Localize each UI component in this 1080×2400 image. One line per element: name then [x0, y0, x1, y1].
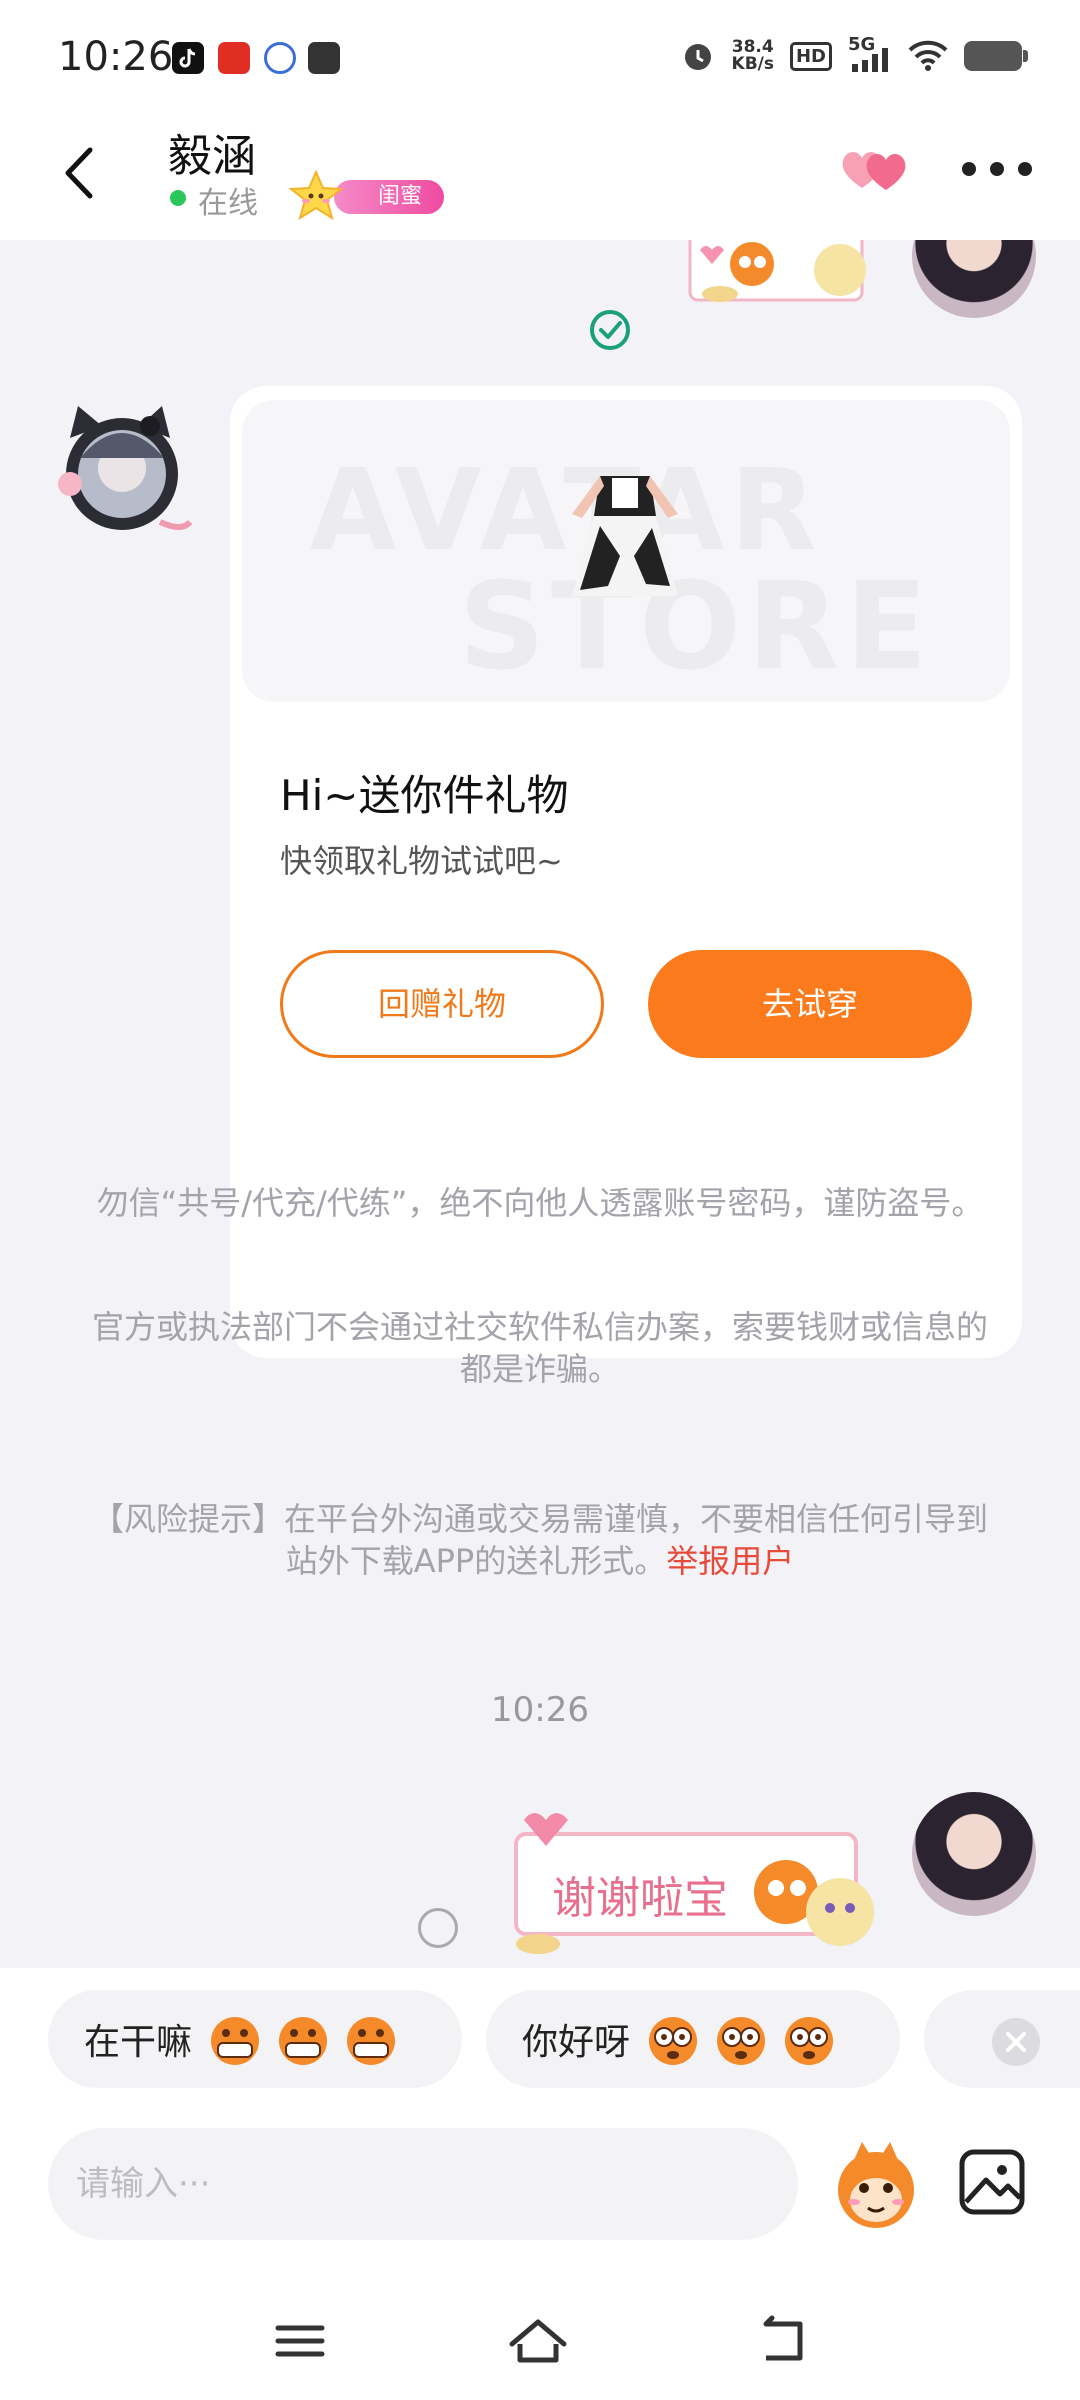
- close-quick-replies-button[interactable]: [992, 2018, 1040, 2066]
- risk-notice: 【风险提示】在平台外沟通或交易需谨慎，不要相信任何引导到站外下载APP的送礼形式…: [80, 1498, 1000, 1582]
- safety-notice-account: 勿信“共号/代充/代练”，绝不向他人透露账号密码，谨防盗号。: [96, 1184, 984, 1222]
- gift-title: Hi~送你件礼物: [280, 771, 569, 820]
- message-input[interactable]: [48, 2128, 798, 2240]
- quick-reply-label: 在干嘛: [84, 2022, 193, 2063]
- input-bar: [0, 2118, 1080, 2278]
- send-image-button[interactable]: [956, 2146, 1028, 2218]
- my-avatar-top[interactable]: [912, 240, 1036, 318]
- status-bar: 10:26 38.4 KB/s HD 5G: [0, 0, 1080, 110]
- home-button[interactable]: [508, 2314, 568, 2368]
- message-timestamp: 10:26: [491, 1690, 589, 1730]
- status-time: 10:26: [58, 34, 174, 80]
- star-icon: [286, 168, 356, 222]
- contact-avatar[interactable]: [50, 398, 196, 544]
- more-dot-icon: [990, 162, 1004, 176]
- hd-icon: HD: [789, 41, 832, 71]
- sticker-message-partial[interactable]: [680, 240, 880, 330]
- wide-eye-emoji-icon: [717, 2017, 766, 2065]
- signal-icon: 5G: [848, 34, 892, 74]
- online-status-text: 在线: [198, 186, 258, 221]
- quick-reply-chip[interactable]: 你好呀: [486, 1990, 900, 2088]
- system-navigation-bar: [0, 2278, 1080, 2400]
- network-speed: 38.4 KB/s: [731, 37, 774, 74]
- gift-subtitle: 快领取礼物试试吧~: [280, 842, 563, 880]
- more-dot-icon: [1018, 162, 1032, 176]
- back-button[interactable]: [52, 140, 108, 206]
- thanks-sticker-text: 谢谢啦宝: [552, 1873, 728, 1924]
- mascot-face-icon: [838, 2142, 914, 2228]
- double-heart-icon: [842, 152, 906, 190]
- grin-emoji-icon: [279, 2017, 328, 2065]
- try-on-button[interactable]: 去试穿: [648, 950, 972, 1058]
- grin-emoji-icon: [347, 2017, 396, 2065]
- gift-banner: AVATAR STORE: [242, 400, 1010, 702]
- read-check-icon: [588, 308, 632, 352]
- more-options-button[interactable]: [962, 154, 1032, 184]
- online-status-dot: [170, 190, 186, 206]
- menu-icon: [275, 2325, 325, 2357]
- sticker-panel-button[interactable]: [828, 2138, 924, 2234]
- thanks-sticker-message[interactable]: 谢谢啦宝: [510, 1804, 880, 1964]
- more-dot-icon: [962, 162, 976, 176]
- risk-notice-text: 【风险提示】在平台外沟通或交易需谨慎，不要相信任何引导到站外下载APP的送礼形式…: [91, 1500, 988, 1580]
- intimacy-heart-button[interactable]: [836, 138, 916, 198]
- chat-header: 毅涵 在线 闺蜜: [0, 110, 1080, 240]
- recent-apps-button[interactable]: [270, 2314, 330, 2368]
- close-icon: [1006, 2032, 1026, 2052]
- safety-notice-fraud: 官方或执法部门不会通过社交软件私信办案，索要钱财或信息的都是诈骗。: [91, 1308, 988, 1388]
- return-gift-button[interactable]: 回赠礼物: [280, 950, 604, 1058]
- bag-icon: [308, 42, 340, 74]
- image-icon: [959, 2149, 1025, 2215]
- quick-reply-bar: 在干嘛 你好呀: [0, 1968, 1080, 2118]
- wifi-icon: [908, 40, 948, 71]
- alarm-icon: [684, 44, 711, 70]
- maid-dress-image: [560, 456, 690, 626]
- my-avatar[interactable]: [912, 1792, 1036, 1916]
- wide-eye-emoji-icon: [785, 2017, 834, 2065]
- wide-eye-emoji-icon: [649, 2017, 698, 2065]
- sending-status-icon: [418, 1908, 458, 1948]
- chat-message-area[interactable]: AVATAR STORE Hi~送你件礼物 快领取礼物试试吧~ 回赠礼物 去试穿…: [0, 240, 1080, 1968]
- back-nav-button[interactable]: [752, 2314, 812, 2368]
- douyin-icon: [172, 42, 204, 74]
- home-icon: [509, 2319, 567, 2363]
- chevron-left-icon: [65, 147, 93, 199]
- quick-reply-label: 你好呀: [522, 2022, 631, 2063]
- contact-name: 毅涵: [168, 131, 256, 182]
- battery-icon: [964, 41, 1028, 71]
- back-arrow-icon: [763, 2315, 803, 2361]
- jlcy-icon: [264, 42, 296, 74]
- grin-emoji-icon: [211, 2017, 260, 2065]
- pinduoduo-icon: [218, 42, 250, 74]
- quick-reply-chip[interactable]: 在干嘛: [48, 1990, 462, 2088]
- report-user-link[interactable]: 举报用户: [666, 1542, 794, 1580]
